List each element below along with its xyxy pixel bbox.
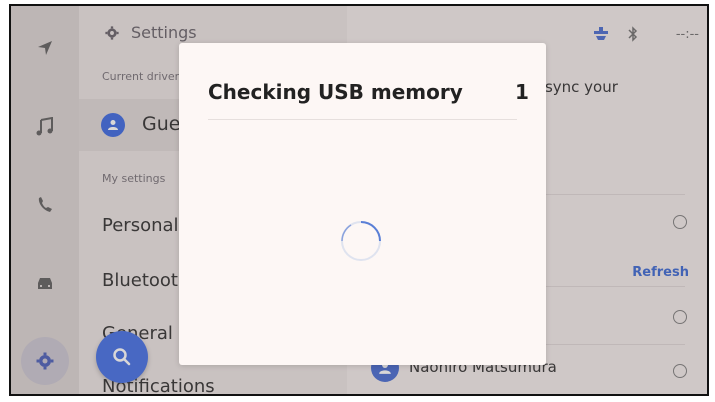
dialog-count: 1	[515, 80, 529, 104]
screen-frame: Settings Current driver Guest My setting…	[9, 4, 709, 396]
usb-check-dialog: Checking USB memory 1	[179, 43, 546, 365]
loading-spinner-icon	[341, 221, 381, 261]
divider	[208, 119, 517, 120]
dialog-title: Checking USB memory	[208, 80, 463, 104]
